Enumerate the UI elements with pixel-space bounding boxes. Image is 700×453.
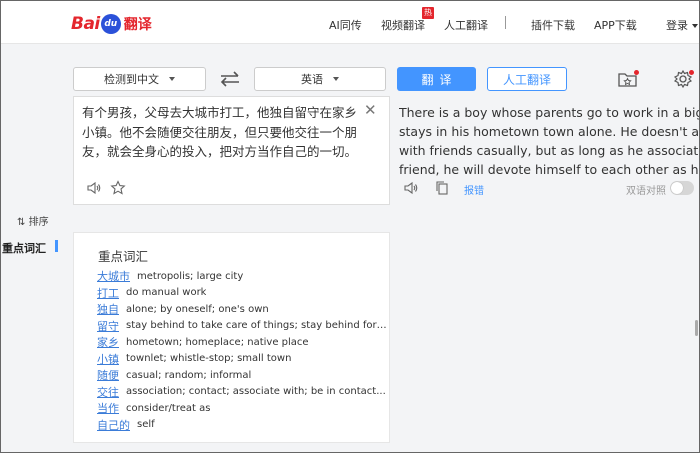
vocab-row: 打工 do manual work	[97, 285, 387, 302]
vocab-card: 重点词汇 大城市 metropolis; large city 打工 do manu…	[73, 232, 390, 443]
speaker-icon[interactable]	[403, 180, 419, 196]
vocab-meaning: townlet; whistle-stop; small town	[126, 353, 292, 365]
notification-dot	[689, 70, 694, 75]
vocab-row: 大城市 metropolis; large city	[97, 268, 387, 285]
vocab-meaning: metropolis; large city	[137, 270, 244, 282]
chevron-down-icon	[692, 24, 698, 28]
target-language-label: 英语	[301, 73, 323, 86]
source-language-label: 检测到中文	[104, 73, 159, 86]
toggle-knob	[671, 182, 683, 194]
vocab-row: 随便 casual; random; informal	[97, 367, 387, 384]
logo-du-icon: du	[100, 14, 121, 34]
scrollbar-thumb[interactable]	[695, 320, 698, 336]
translation-output-panel: There is a boy whose parents go to work …	[398, 96, 700, 205]
vocab-meaning: casual; random; informal	[126, 369, 252, 381]
nav-ai-simultaneous[interactable]: AI同传	[329, 17, 362, 33]
vocab-meaning: alone; by oneself; one's own	[126, 303, 269, 315]
vocab-word-link[interactable]: 当作	[97, 400, 119, 416]
vocab-meaning: hometown; homeplace; native place	[126, 336, 309, 348]
vocab-list: 大城市 metropolis; large city 打工 do manual wo…	[97, 268, 387, 433]
logo-fanyi: 翻译	[123, 17, 152, 33]
login-link[interactable]: 登录	[666, 17, 698, 33]
source-language-select[interactable]: 检测到中文	[73, 67, 206, 91]
vocab-word-link[interactable]: 随便	[97, 367, 119, 383]
vocab-meaning: self	[137, 419, 155, 431]
translate-button[interactable]: 翻译	[397, 67, 476, 91]
translation-line: with friends casually, but as long as he…	[399, 143, 699, 158]
nav-plugin-download[interactable]: 插件下载	[531, 17, 575, 33]
vocab-word-link[interactable]: 大城市	[97, 268, 130, 284]
vocab-word-link[interactable]: 打工	[97, 285, 119, 301]
sort-icon: ⇅	[17, 217, 26, 228]
target-language-select[interactable]: 英语	[254, 67, 386, 91]
baidu-fanyi-logo[interactable]: Bai du 翻译	[71, 12, 152, 36]
sort-button[interactable]: ⇅ 排序	[17, 213, 49, 228]
bilingual-toggle[interactable]	[670, 181, 694, 195]
vocab-meaning: consider/treat as	[126, 402, 211, 414]
chevron-down-icon	[333, 77, 339, 81]
sidebar-item-vocab[interactable]: 重点词汇	[2, 240, 46, 256]
sidebar-active-indicator	[55, 240, 58, 252]
vocab-row: 自己的 self	[97, 417, 387, 434]
vocab-row: 交往 association; contact; associate with; …	[97, 384, 387, 401]
translation-line: stays in his hometown town alone. He doe…	[399, 124, 699, 139]
logo-bai: Bai	[71, 14, 100, 34]
source-text-panel[interactable]: 有个男孩，父母去大城市打工，他独自留守在家乡小镇。他不会随便交往朋友，但只要他交…	[73, 96, 390, 205]
translation-text: There is a boy whose parents go to work …	[399, 103, 699, 179]
notification-dot	[634, 70, 639, 75]
vocab-row: 独自 alone; by oneself; one's own	[97, 301, 387, 318]
copy-icon[interactable]	[434, 180, 450, 196]
vocab-row: 留守 stay behind to take care of things; st…	[97, 318, 387, 335]
vocab-word-link[interactable]: 独自	[97, 301, 119, 317]
vocab-meaning: association; contact; associate with; be…	[126, 386, 386, 398]
hot-badge: 热	[422, 7, 434, 19]
vocab-word-link[interactable]: 留守	[97, 318, 119, 334]
sort-label: 排序	[28, 217, 49, 228]
vocab-word-link[interactable]: 家乡	[97, 334, 119, 350]
nav-app-download[interactable]: APP下载	[594, 17, 637, 33]
vocab-meaning: stay behind to take care of things; stay…	[126, 320, 387, 332]
source-textarea[interactable]: 有个男孩，父母去大城市打工，他独自留守在家乡小镇。他不会随便交往朋友，但只要他交…	[82, 103, 362, 162]
vocab-row: 家乡 hometown; homeplace; native place	[97, 334, 387, 351]
nav-human-translate[interactable]: 人工翻译	[444, 17, 488, 33]
swap-languages-icon[interactable]	[219, 70, 241, 88]
human-translate-button[interactable]: 人工翻译	[487, 67, 567, 91]
speaker-icon[interactable]	[86, 180, 102, 196]
report-error-link[interactable]: 报错	[464, 182, 484, 197]
clear-text-icon[interactable]: ✕	[364, 103, 377, 118]
login-label: 登录	[666, 19, 688, 32]
vocab-row: 小镇 townlet; whistle-stop; small town	[97, 351, 387, 368]
vocab-word-link[interactable]: 交往	[97, 384, 119, 400]
vocab-title: 重点词汇	[98, 249, 149, 264]
star-icon[interactable]	[110, 180, 126, 196]
vocab-word-link[interactable]: 小镇	[97, 351, 119, 367]
translation-line: friend, he will devote himself to each o…	[399, 162, 699, 177]
vocab-meaning: do manual work	[126, 287, 207, 299]
bilingual-label: 双语对照	[626, 186, 666, 197]
chevron-down-icon	[169, 77, 175, 81]
vocab-word-link[interactable]: 自己的	[97, 417, 130, 433]
translation-line: There is a boy whose parents go to work …	[399, 105, 699, 120]
vocab-row: 当作 consider/treat as	[97, 400, 387, 417]
nav-video-translate[interactable]: 视频翻译	[381, 17, 425, 33]
nav-divider	[505, 16, 506, 29]
